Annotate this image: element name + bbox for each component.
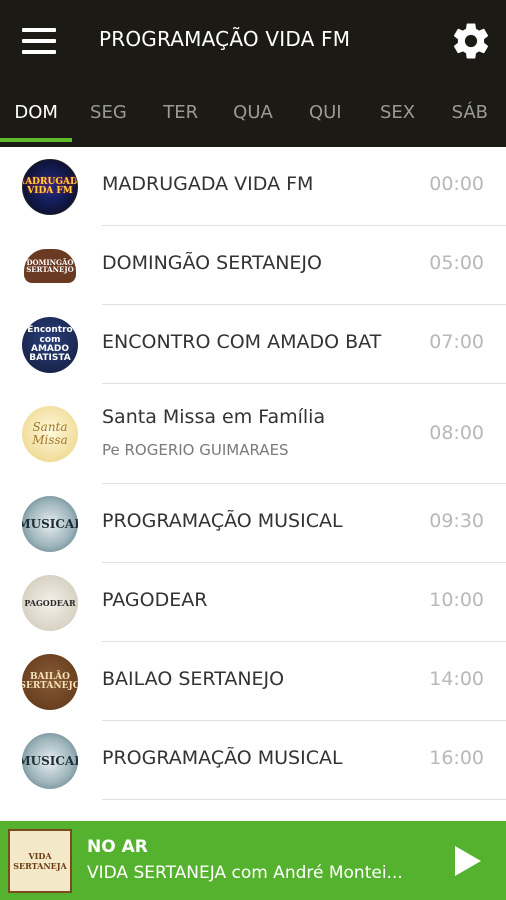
program-logo: DOMINGÃO SERTANEJO — [22, 238, 78, 294]
program-logo-text: Encontro com AMADO BATISTA — [27, 325, 73, 364]
day-tabs: DOM SEG TER QUA QUI SEX SÁB — [0, 90, 506, 147]
program-logo-text: DOMINGÃO SERTANEJO — [26, 257, 74, 274]
now-playing-bar[interactable]: VIDA SERTANEJA NO AR VIDA SERTANEJA com … — [0, 821, 506, 900]
gear-icon[interactable] — [450, 20, 492, 62]
program-time: 07:00 — [429, 331, 484, 353]
schedule-item[interactable]: PAGODEAR PAGODEAR 10:00 — [0, 563, 506, 642]
station-logo: VIDA SERTANEJA — [8, 829, 72, 893]
program-time: 10:00 — [429, 589, 484, 611]
tab-dom[interactable]: DOM — [0, 90, 73, 147]
program-logo: MUSICAL — [22, 496, 78, 552]
tab-qua[interactable]: QUA — [217, 90, 289, 147]
program-logo-text: PAGODEAR — [24, 597, 76, 608]
program-name: PAGODEAR — [102, 589, 208, 611]
tab-qui[interactable]: QUI — [289, 90, 361, 147]
program-logo-text: BAILÃO SERTANEJO — [22, 671, 78, 691]
program-name: BAILAO SERTANEJO — [102, 668, 285, 690]
station-logo-text: VIDA SERTANEJA — [13, 851, 67, 871]
program-logo-text: MUSICAL — [22, 753, 78, 768]
schedule-list: MADRUGADA VIDA FM MADRUGADA VIDA FM 00:0… — [0, 147, 506, 800]
program-logo: Encontro com AMADO BATISTA — [22, 317, 78, 373]
program-name: DOMINGÃO SERTANEJO — [102, 252, 322, 274]
program-name: PROGRAMAÇÃO MUSICAL — [102, 747, 343, 769]
program-time: 14:00 — [429, 668, 484, 690]
program-logo-text: MUSICAL — [22, 516, 78, 531]
on-air-label: NO AR — [87, 837, 148, 857]
program-logo: MADRUGADA VIDA FM — [22, 159, 78, 215]
play-icon[interactable] — [451, 844, 483, 878]
menu-icon[interactable] — [22, 28, 56, 54]
schedule-item[interactable]: MUSICAL PROGRAMAÇÃO MUSICAL 16:00 — [0, 721, 506, 800]
schedule-item[interactable]: Encontro com AMADO BATISTA ENCONTRO COM … — [0, 305, 506, 384]
page-title: PROGRAMAÇÃO VIDA FM — [99, 27, 351, 51]
tab-sab[interactable]: SÁB — [434, 90, 506, 147]
program-logo: BAILÃO SERTANEJO — [22, 654, 78, 710]
program-name: Santa Missa em Família — [102, 406, 326, 428]
program-host: Pe ROGERIO GUIMARAES — [102, 441, 289, 459]
program-logo-text: Santa Missa — [32, 420, 68, 447]
schedule-item[interactable]: DOMINGÃO SERTANEJO DOMINGÃO SERTANEJO 05… — [0, 226, 506, 305]
program-name: MADRUGADA VIDA FM — [102, 173, 314, 195]
program-name: PROGRAMAÇÃO MUSICAL — [102, 510, 343, 532]
program-time: 08:00 — [429, 422, 484, 444]
program-time: 05:00 — [429, 252, 484, 274]
program-logo-text: MADRUGADA VIDA FM — [23, 176, 78, 196]
program-logo: MUSICAL — [22, 733, 78, 789]
program-logo: PAGODEAR — [22, 575, 78, 631]
program-time: 16:00 — [429, 747, 484, 769]
schedule-item[interactable]: MUSICAL PROGRAMAÇÃO MUSICAL 09:30 — [0, 484, 506, 563]
schedule-item[interactable]: MADRUGADA VIDA FM MADRUGADA VIDA FM 00:0… — [0, 147, 506, 226]
schedule-item[interactable]: BAILÃO SERTANEJO BAILAO SERTANEJO 14:00 — [0, 642, 506, 721]
program-time: 09:30 — [429, 510, 484, 532]
program-time: 00:00 — [429, 173, 484, 195]
app-bar: PROGRAMAÇÃO VIDA FM DOM SEG TER QUA QUI … — [0, 0, 506, 147]
tab-ter[interactable]: TER — [145, 90, 217, 147]
tab-seg[interactable]: SEG — [72, 90, 144, 147]
schedule-item[interactable]: Santa Missa Santa Missa em Família Pe RO… — [0, 384, 506, 484]
now-playing-title: VIDA SERTANEJA com André Montei... — [87, 863, 403, 883]
tab-sex[interactable]: SEX — [361, 90, 433, 147]
program-logo: Santa Missa — [22, 406, 78, 462]
program-name: ENCONTRO COM AMADO BAT — [102, 331, 382, 353]
cowboy-hat-icon: DOMINGÃO SERTANEJO — [24, 249, 76, 283]
